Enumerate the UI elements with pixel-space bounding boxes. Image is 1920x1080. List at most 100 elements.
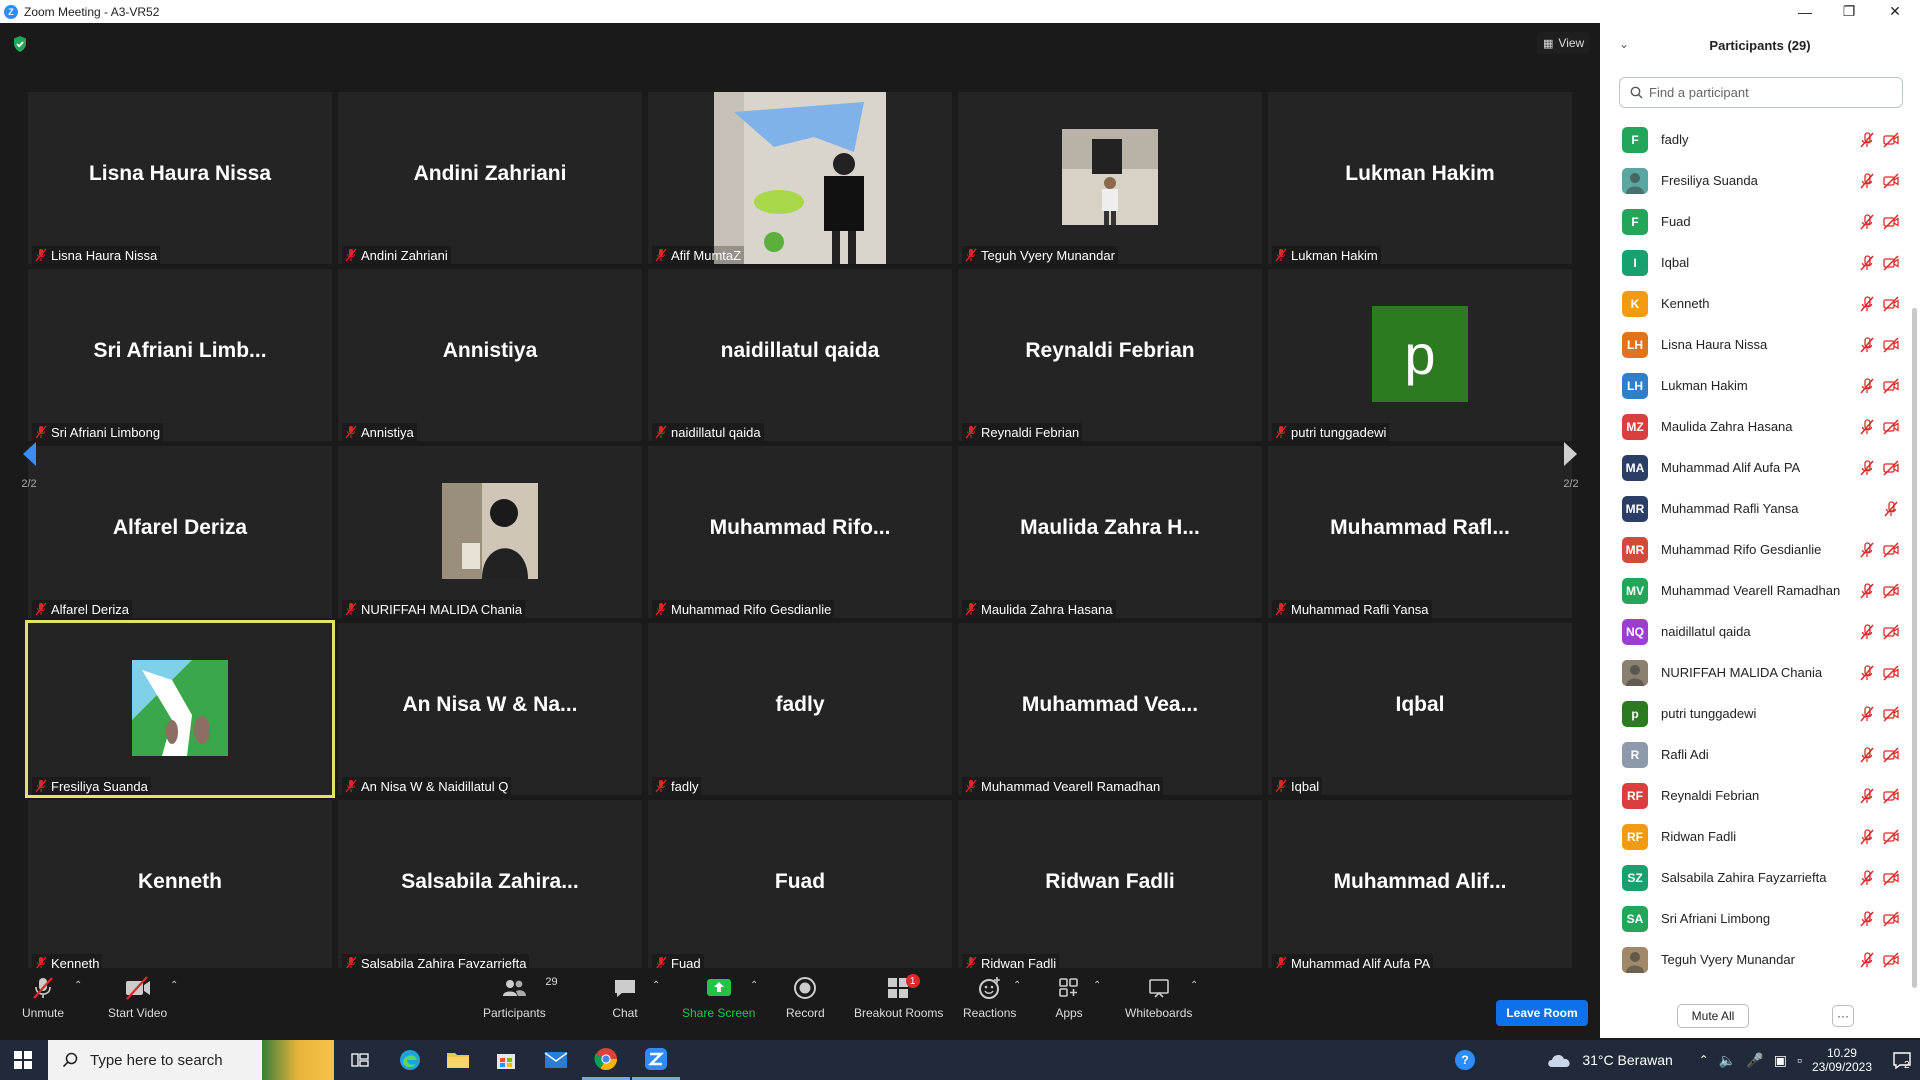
mic-muted-icon[interactable] xyxy=(1858,828,1876,846)
video-tile[interactable]: Teguh Vyery Munandar xyxy=(958,92,1262,264)
video-tile[interactable]: Andini Zahriani Andini Zahriani xyxy=(338,92,642,264)
video-off-icon[interactable] xyxy=(1882,336,1900,354)
security-shield-icon[interactable] xyxy=(12,35,28,53)
participant-row[interactable]: p putri tunggadewi xyxy=(1600,693,1910,734)
mic-muted-icon[interactable] xyxy=(1858,951,1876,969)
mic-muted-icon[interactable] xyxy=(1858,869,1876,887)
next-page-button[interactable]: 2/2 xyxy=(1556,421,1586,509)
participant-row[interactable]: F Fuad xyxy=(1600,201,1910,242)
video-tile[interactable]: Kenneth Kenneth xyxy=(28,800,332,972)
video-tile[interactable]: Lukman Hakim Lukman Hakim xyxy=(1268,92,1572,264)
video-off-icon[interactable] xyxy=(1882,541,1900,559)
mic-muted-icon[interactable] xyxy=(1858,787,1876,805)
restore-icon[interactable]: ❐ xyxy=(1826,0,1872,23)
reactions-button[interactable]: Reactions xyxy=(963,974,1016,1020)
video-tile[interactable]: An Nisa W & Na... An Nisa W & Naidillatul… xyxy=(338,623,642,795)
participant-row[interactable]: RF Ridwan Fadli xyxy=(1600,816,1910,857)
previous-page-button[interactable]: 2/2 xyxy=(14,421,44,509)
scrollbar[interactable] xyxy=(1912,308,1917,988)
video-off-icon[interactable] xyxy=(1882,828,1900,846)
mic-muted-icon[interactable] xyxy=(1858,213,1876,231)
mic-muted-icon[interactable] xyxy=(1858,131,1876,149)
mic-muted-icon[interactable] xyxy=(1858,172,1876,190)
leave-room-button[interactable]: Leave Room xyxy=(1496,1000,1588,1026)
video-off-icon[interactable] xyxy=(1882,418,1900,436)
video-off-icon[interactable] xyxy=(1882,295,1900,313)
help-icon[interactable]: ? xyxy=(1454,1049,1476,1071)
video-off-icon[interactable] xyxy=(1882,787,1900,805)
breakout-rooms-button[interactable]: 1 Breakout Rooms xyxy=(854,974,943,1020)
video-tile[interactable]: Fuad Fuad xyxy=(648,800,952,972)
mic-muted-icon[interactable] xyxy=(1858,910,1876,928)
mic-muted-icon[interactable] xyxy=(1858,623,1876,641)
video-tile[interactable]: Ridwan Fadli Ridwan Fadli xyxy=(958,800,1262,972)
participant-row[interactable]: R Rafli Adi xyxy=(1600,734,1910,775)
participant-row[interactable]: MA Muhammad Alif Aufa PA xyxy=(1600,447,1910,488)
video-tile[interactable]: Muhammad Vea... Muhammad Vearell Ramadhan xyxy=(958,623,1262,795)
store-icon[interactable] xyxy=(482,1040,530,1080)
video-off-icon[interactable] xyxy=(1882,459,1900,477)
participant-row[interactable]: I Iqbal xyxy=(1600,242,1910,283)
mute-all-button[interactable]: Mute All xyxy=(1677,1004,1749,1028)
chrome-icon[interactable] xyxy=(582,1040,630,1080)
file-explorer-icon[interactable] xyxy=(434,1040,482,1080)
unmute-button[interactable]: Unmute xyxy=(22,974,64,1020)
video-off-icon[interactable] xyxy=(1882,623,1900,641)
participant-row[interactable]: Fresiliya Suanda xyxy=(1600,160,1910,201)
record-button[interactable]: Record xyxy=(786,974,825,1020)
chevron-up-icon[interactable]: ⌃ xyxy=(1699,1053,1709,1067)
participant-row[interactable]: RF Reynaldi Febrian xyxy=(1600,775,1910,816)
edge-browser-icon[interactable] xyxy=(386,1040,434,1080)
video-off-icon[interactable] xyxy=(1882,951,1900,969)
participant-row[interactable]: K Kenneth xyxy=(1600,283,1910,324)
speaker-icon[interactable]: 🔈 xyxy=(1719,1052,1736,1069)
audio-options-caret-icon[interactable]: ⌃ xyxy=(74,980,82,991)
participant-row[interactable]: Ffadly xyxy=(1600,119,1910,160)
mic-muted-icon[interactable] xyxy=(1858,541,1876,559)
video-options-caret-icon[interactable]: ⌃ xyxy=(170,980,178,991)
participant-row[interactable]: MR Muhammad Rafli Yansa xyxy=(1600,488,1910,529)
apps-caret-icon[interactable]: ⌃ xyxy=(1093,980,1101,991)
mic-muted-icon[interactable] xyxy=(1858,746,1876,764)
share-caret-icon[interactable]: ⌃ xyxy=(750,980,758,991)
video-tile[interactable]: NURIFFAH MALIDA Chania xyxy=(338,446,642,618)
video-off-icon[interactable] xyxy=(1882,377,1900,395)
clock[interactable]: 10.29 23/09/2023 xyxy=(1812,1046,1872,1074)
mic-muted-icon[interactable] xyxy=(1858,295,1876,313)
chat-button[interactable]: Chat xyxy=(610,974,640,1020)
video-tile[interactable]: Afif MumtaZ xyxy=(648,92,952,264)
participant-row[interactable]: NURIFFAH MALIDA Chania xyxy=(1600,652,1910,693)
search-input[interactable]: Find a participant xyxy=(1619,77,1903,108)
participant-row[interactable]: SZ Salsabila Zahira Fayzarriefta xyxy=(1600,857,1910,898)
windows-start-icon[interactable] xyxy=(14,1051,32,1069)
video-off-icon[interactable] xyxy=(1882,131,1900,149)
participant-row[interactable]: NQ naidillatul qaida xyxy=(1600,611,1910,652)
mic-muted-icon[interactable] xyxy=(1858,582,1876,600)
video-off-icon[interactable] xyxy=(1882,910,1900,928)
more-options-button[interactable]: ··· xyxy=(1832,1005,1854,1027)
video-tile[interactable]: Alfarel Deriza Alfarel Deriza xyxy=(28,446,332,618)
mic-muted-icon[interactable] xyxy=(1858,418,1876,436)
mic-muted-icon[interactable] xyxy=(1858,336,1876,354)
network-icon[interactable]: ▣ xyxy=(1774,1052,1787,1069)
close-icon[interactable]: ✕ xyxy=(1872,0,1918,23)
participant-row[interactable]: MZ Maulida Zahra Hasana xyxy=(1600,406,1910,447)
reactions-caret-icon[interactable]: ⌃ xyxy=(1013,980,1021,991)
video-off-icon[interactable] xyxy=(1882,582,1900,600)
mic-muted-icon[interactable] xyxy=(1858,377,1876,395)
video-off-icon[interactable] xyxy=(1882,664,1900,682)
video-off-icon[interactable] xyxy=(1882,746,1900,764)
mic-muted-icon[interactable] xyxy=(1882,500,1900,518)
video-off-icon[interactable] xyxy=(1882,254,1900,272)
taskbar-search-input[interactable]: Type here to search xyxy=(48,1040,334,1080)
share-screen-button[interactable]: Share Screen xyxy=(682,974,755,1020)
participants-button[interactable]: 29 Participants xyxy=(483,974,558,1020)
video-off-icon[interactable] xyxy=(1882,213,1900,231)
video-off-icon[interactable] xyxy=(1882,705,1900,723)
participant-row[interactable]: SA Sri Afriani Limbong xyxy=(1600,898,1910,939)
start-video-button[interactable]: Start Video xyxy=(108,974,167,1020)
video-tile[interactable]: naidillatul qaida naidillatul qaida xyxy=(648,269,952,441)
mic-muted-icon[interactable] xyxy=(1858,705,1876,723)
video-off-icon[interactable] xyxy=(1882,869,1900,887)
chat-caret-icon[interactable]: ⌃ xyxy=(652,980,660,991)
